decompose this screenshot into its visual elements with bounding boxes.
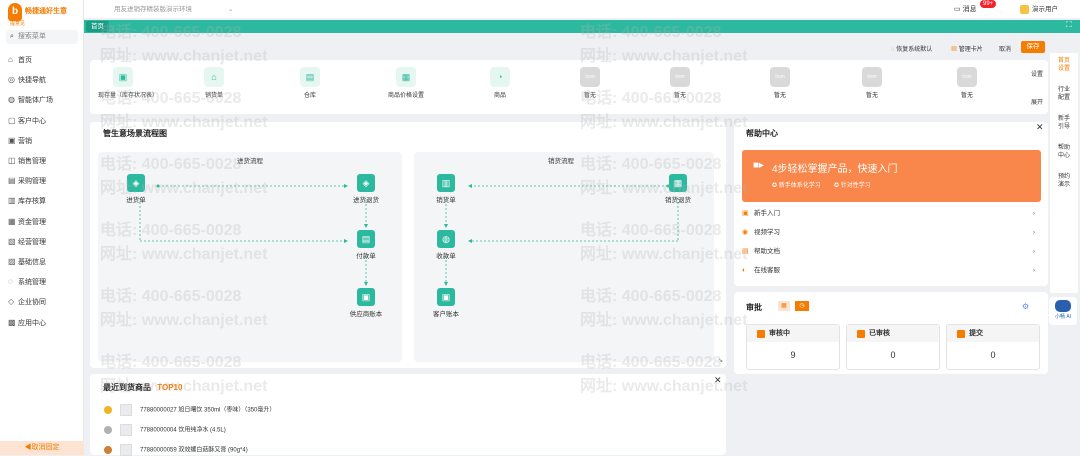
medal-icon: [104, 406, 112, 414]
help-row-docs[interactable]: ▤ 帮助文档 ›: [742, 245, 1041, 259]
settings-gear-icon[interactable]: ⚙: [1022, 302, 1029, 311]
help-tag-1: ✪ 新手体系化学习: [772, 183, 821, 189]
product-thumbnail: [120, 444, 132, 456]
approval-submitted[interactable]: 提交 0: [946, 324, 1040, 370]
ledger-icon: ▣: [357, 288, 375, 306]
flow-node-customer-ledger[interactable]: ▣ 客户账本: [424, 288, 468, 318]
approval-approved[interactable]: 已审核 0: [846, 324, 940, 370]
clock-view-icon[interactable]: ◷: [795, 301, 809, 311]
chevron-right-icon: ›: [1032, 248, 1035, 255]
medal-icon: [104, 426, 112, 434]
help-card: [734, 122, 1048, 286]
grid-view-icon[interactable]: ▦: [778, 301, 790, 311]
approval-pending[interactable]: 审核中 9: [746, 324, 840, 370]
help-row-video[interactable]: ◉ 视频学习 ›: [742, 226, 1041, 240]
help-banner[interactable]: [742, 150, 1041, 202]
flow-node-sales-return[interactable]: ▦ 销货退货: [656, 174, 700, 204]
docs-icon: ▤: [742, 248, 749, 255]
payment-icon: ▤: [357, 230, 375, 248]
recent-goods-title: 最近到货商品 TOP10: [103, 383, 183, 392]
approved-icon: [857, 330, 865, 338]
product-thumbnail: [120, 404, 132, 416]
help-banner-title: 4步轻松掌握产品，快速入门: [772, 164, 898, 175]
pending-icon: [757, 330, 765, 338]
recent-close-icon[interactable]: ✕: [714, 375, 722, 386]
ai-assistant-button[interactable]: 小畅 AI: [1049, 297, 1077, 325]
flow-node-purchase-return[interactable]: ◈ 进货退货: [344, 174, 388, 204]
headset-icon: ◐: [742, 267, 747, 274]
document-icon: ▥: [437, 174, 455, 192]
help-row-service[interactable]: ◐ 在线客服 ›: [742, 264, 1041, 278]
chevron-right-icon: ›: [1032, 210, 1035, 217]
help-close-icon[interactable]: ✕: [1036, 122, 1044, 133]
video-icon: ■▸: [753, 160, 765, 171]
flow-node-supplier-ledger[interactable]: ▣ 供应商账本: [344, 288, 388, 318]
ledger-icon: ▣: [437, 288, 455, 306]
flow-node-purchase-order[interactable]: ◈ 进货单: [114, 174, 158, 204]
flow-node-receipt[interactable]: ◍ 收款单: [424, 230, 468, 260]
chevron-right-icon: ›: [1032, 229, 1035, 236]
product-thumbnail: [120, 424, 132, 436]
clipboard-icon: ▦: [669, 174, 687, 192]
recent-goods-row[interactable]: 77880000004 饮用纯净水 (4.5L): [104, 424, 226, 436]
help-tag-2: ✪ 针对性学习: [834, 183, 871, 189]
resize-handle-icon[interactable]: ↘: [718, 357, 723, 364]
medal-icon: [104, 446, 112, 454]
help-row-beginner[interactable]: ▣ 新手入门 ›: [742, 207, 1041, 221]
beginner-icon: ▣: [742, 210, 749, 217]
submitted-icon: [957, 330, 965, 338]
recent-goods-row[interactable]: 77880000059 双效螺白菇酥又膏 (90g*4): [104, 444, 248, 456]
flow-node-payment[interactable]: ▤ 付款单: [344, 230, 388, 260]
approval-title: 审批: [746, 303, 762, 312]
help-title: 帮助中心: [746, 129, 778, 138]
cube-icon: ◈: [357, 174, 375, 192]
play-icon: ◉: [742, 229, 749, 236]
cube-icon: ◈: [127, 174, 145, 192]
receipt-icon: ◍: [437, 230, 455, 248]
chevron-right-icon: ›: [1032, 267, 1035, 274]
robot-icon: [1055, 300, 1071, 312]
flow-node-sales-order[interactable]: ▥ 销货单: [424, 174, 468, 204]
recent-goods-row[interactable]: 77880000027 旭日曙饮 350ml（枣味）（350毫升）: [104, 404, 275, 416]
